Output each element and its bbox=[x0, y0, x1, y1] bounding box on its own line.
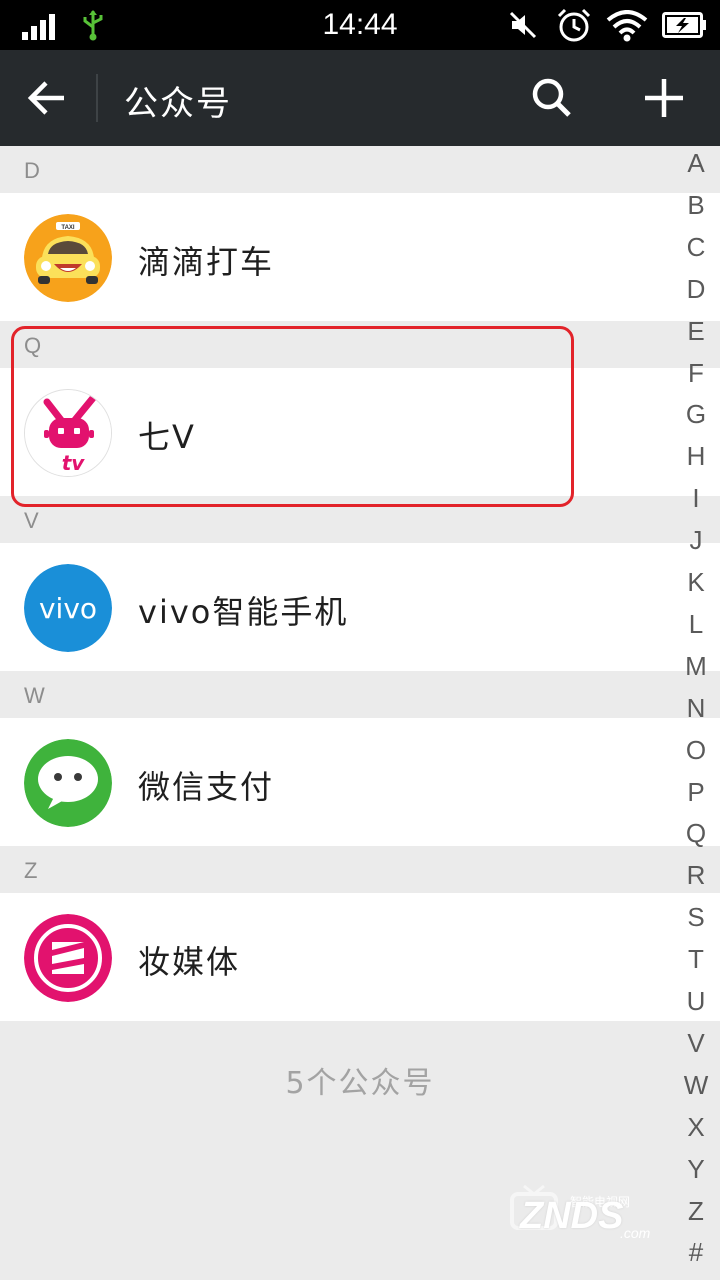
plus-icon bbox=[645, 79, 683, 117]
index-letter[interactable]: N bbox=[676, 693, 716, 724]
section-letter: D bbox=[24, 158, 40, 183]
index-letter[interactable]: Y bbox=[676, 1154, 716, 1185]
highlight-annotation bbox=[11, 326, 574, 507]
index-letter[interactable]: # bbox=[676, 1237, 716, 1268]
back-button[interactable] bbox=[18, 68, 78, 128]
item-name: vivo智能手机 bbox=[138, 593, 349, 631]
page-title: 公众号 bbox=[124, 84, 232, 124]
index-letter[interactable]: X bbox=[676, 1112, 716, 1143]
section-header-d: D bbox=[0, 146, 720, 193]
battery-charging-icon bbox=[662, 12, 706, 38]
list-item-zhuang-media[interactable]: 妆媒体 bbox=[0, 893, 720, 1021]
item-name: 妆媒体 bbox=[138, 943, 241, 981]
section-letter: Z bbox=[24, 858, 38, 883]
watermark-text: ZNDS bbox=[520, 1195, 624, 1237]
index-letter[interactable]: G bbox=[676, 399, 716, 430]
list-item-didi[interactable]: TAXI 滴滴打车 bbox=[0, 193, 720, 321]
index-letter[interactable]: Q bbox=[676, 818, 716, 849]
index-letter[interactable]: I bbox=[676, 483, 716, 514]
index-letter[interactable]: W bbox=[676, 1070, 716, 1101]
section-header-w: W bbox=[0, 671, 720, 718]
index-letter[interactable]: R bbox=[676, 860, 716, 891]
index-letter[interactable]: T bbox=[676, 944, 716, 975]
magenta-circle-logo bbox=[24, 914, 112, 1002]
index-letter[interactable]: K bbox=[676, 567, 716, 598]
arrow-left-icon bbox=[27, 81, 64, 115]
alphabet-index[interactable]: A B C D E F G H I J K L M N O P Q R S T U V W X Y Z # bbox=[676, 146, 716, 1280]
index-letter[interactable]: B bbox=[676, 190, 716, 221]
alarm-icon bbox=[557, 8, 591, 42]
index-letter[interactable]: A bbox=[676, 148, 716, 179]
index-letter[interactable]: S bbox=[676, 902, 716, 933]
action-bar: 公众号 bbox=[0, 50, 720, 146]
item-name: 微信支付 bbox=[138, 768, 275, 806]
watermark-suffix: .com bbox=[620, 1225, 651, 1241]
index-letter[interactable]: Z bbox=[676, 1196, 716, 1227]
index-letter[interactable]: F bbox=[676, 358, 716, 389]
mute-icon bbox=[509, 11, 537, 39]
index-letter[interactable]: V bbox=[676, 1028, 716, 1059]
index-letter[interactable]: L bbox=[676, 609, 716, 640]
index-letter[interactable]: U bbox=[676, 986, 716, 1017]
list-item-wechat-pay[interactable]: 微信支付 bbox=[0, 718, 720, 846]
svg-text:TAXI: TAXI bbox=[61, 225, 75, 231]
wechat-logo bbox=[24, 739, 112, 827]
index-letter[interactable]: O bbox=[676, 735, 716, 766]
status-bar: 14:44 bbox=[0, 0, 720, 50]
index-letter[interactable]: H bbox=[676, 441, 716, 472]
vivo-logo: vivo bbox=[24, 564, 112, 652]
index-letter[interactable]: D bbox=[676, 274, 716, 305]
account-count: 5个公众号 bbox=[285, 1066, 435, 1101]
index-letter[interactable]: E bbox=[676, 316, 716, 347]
index-letter[interactable]: P bbox=[676, 777, 716, 808]
vivo-logo-text: vivo bbox=[39, 592, 97, 625]
index-letter[interactable]: M bbox=[676, 651, 716, 682]
list-item-vivo[interactable]: vivo vivo智能手机 bbox=[0, 543, 720, 671]
taxi-logo: TAXI bbox=[24, 214, 112, 302]
wifi-icon bbox=[606, 10, 648, 42]
search-button[interactable] bbox=[522, 68, 582, 128]
section-letter: W bbox=[24, 683, 45, 708]
search-icon bbox=[532, 78, 571, 117]
index-letter[interactable]: J bbox=[676, 525, 716, 556]
section-header-z: Z bbox=[0, 846, 720, 893]
action-bar-divider bbox=[96, 74, 98, 122]
item-name: 滴滴打车 bbox=[138, 243, 275, 281]
add-button[interactable] bbox=[634, 68, 694, 128]
section-letter: V bbox=[24, 508, 39, 533]
index-letter[interactable]: C bbox=[676, 232, 716, 263]
